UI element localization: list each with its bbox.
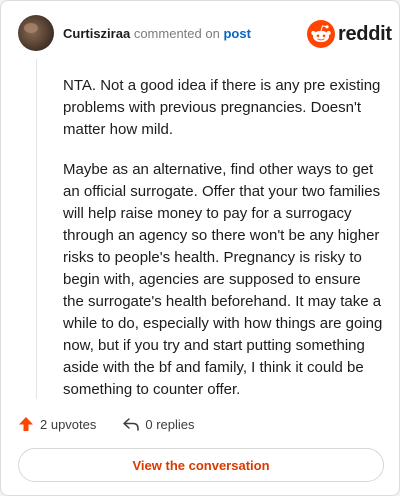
avatar[interactable] <box>18 15 54 51</box>
upvote-arrow-icon <box>19 417 33 431</box>
replies-button[interactable]: 0 replies <box>122 416 195 432</box>
reddit-logo-icon <box>307 20 335 48</box>
reply-count: 0 replies <box>145 416 195 432</box>
embedded-comment-card: Curtisziraa commented on post reddit NTA… <box>0 0 400 496</box>
view-conversation-button[interactable]: View the conversation <box>18 448 384 482</box>
upvote-button[interactable]: 2 upvotes <box>18 416 96 432</box>
comment-header: Curtisziraa commented on post <box>63 26 251 42</box>
reddit-logo[interactable]: reddit <box>307 20 392 48</box>
comment-actions: 2 upvotes 0 replies <box>18 413 195 435</box>
comment-paragraph: Maybe as an alternative, find other ways… <box>63 161 383 398</box>
upvote-count: 2 upvotes <box>40 416 97 432</box>
post-link[interactable]: post <box>223 26 250 41</box>
thread-line <box>36 59 37 399</box>
comment-paragraph: NTA. Not a good idea if there is any pre… <box>63 77 381 138</box>
commented-on-text: commented on <box>133 26 220 41</box>
reddit-wordmark: reddit <box>338 22 392 45</box>
username[interactable]: Curtisziraa <box>63 26 130 41</box>
reply-arrow-icon <box>123 418 140 431</box>
comment-body: NTA. Not a good idea if there is any pre… <box>63 75 385 401</box>
